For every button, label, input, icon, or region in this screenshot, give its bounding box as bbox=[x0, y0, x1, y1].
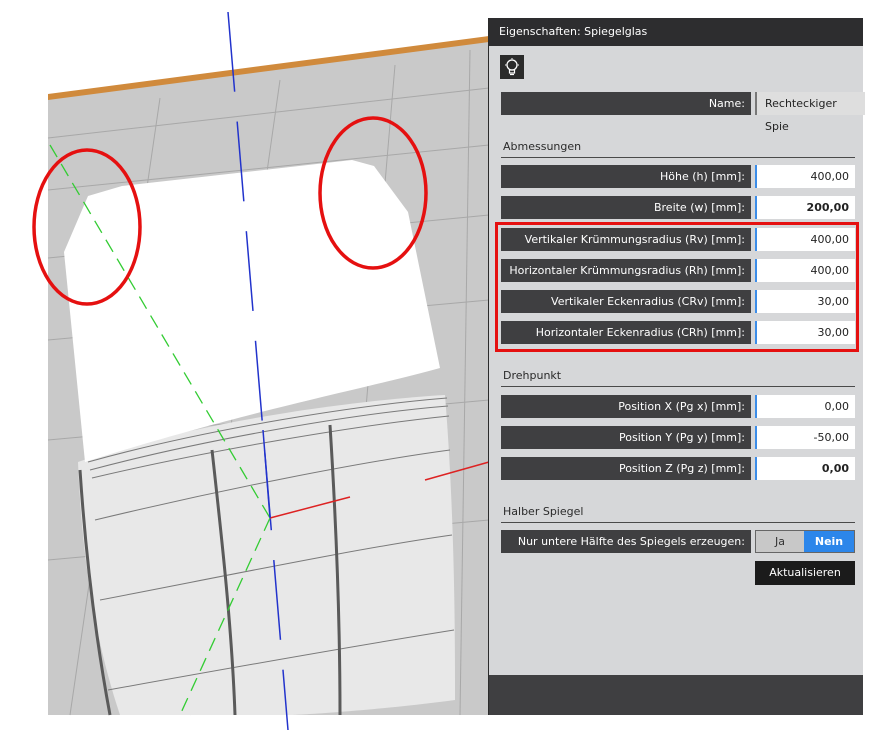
pivot-x-input[interactable]: 0,00 bbox=[755, 395, 855, 418]
pivot-x-label: Position X (Pg x) [mm]: bbox=[501, 395, 751, 418]
pivot-y-input[interactable]: -50,00 bbox=[755, 426, 855, 449]
pivot-z-input[interactable]: 0,00 bbox=[755, 457, 855, 480]
height-input[interactable]: 400,00 bbox=[755, 165, 855, 188]
section-divider bbox=[501, 157, 855, 158]
update-button[interactable]: Aktualisieren bbox=[755, 561, 855, 585]
section-dimensions: Abmessungen bbox=[503, 140, 582, 153]
annotation-circle-left bbox=[32, 148, 142, 306]
option-yes[interactable]: Ja bbox=[756, 531, 804, 552]
width-input[interactable]: 200,00 bbox=[755, 196, 855, 219]
section-half-mirror: Halber Spiegel bbox=[503, 505, 584, 518]
section-divider bbox=[501, 522, 855, 523]
half-mirror-toggle[interactable]: Ja Nein bbox=[755, 530, 855, 553]
annotation-circle-right bbox=[318, 116, 428, 270]
half-mirror-label: Nur untere Hälfte des Spiegels erzeugen: bbox=[501, 530, 751, 553]
pivot-z-label: Position Z (Pg z) [mm]: bbox=[501, 457, 751, 480]
name-field[interactable]: Rechteckiger Spie bbox=[755, 92, 865, 133]
properties-panel: Eigenschaften: Spiegelglas Name: Rechtec… bbox=[489, 18, 865, 715]
option-no[interactable]: Nein bbox=[804, 531, 854, 552]
panel-footer bbox=[489, 675, 863, 715]
lightbulb-icon[interactable] bbox=[500, 55, 524, 79]
section-pivot: Drehpunkt bbox=[503, 369, 562, 382]
radius-highlight-box bbox=[495, 222, 859, 352]
section-divider bbox=[501, 386, 855, 387]
width-label: Breite (w) [mm]: bbox=[501, 196, 751, 219]
pivot-y-label: Position Y (Pg y) [mm]: bbox=[501, 426, 751, 449]
name-label: Name: bbox=[501, 92, 751, 115]
height-label: Höhe (h) [mm]: bbox=[501, 165, 751, 188]
panel-title: Eigenschaften: Spiegelglas bbox=[489, 18, 863, 46]
